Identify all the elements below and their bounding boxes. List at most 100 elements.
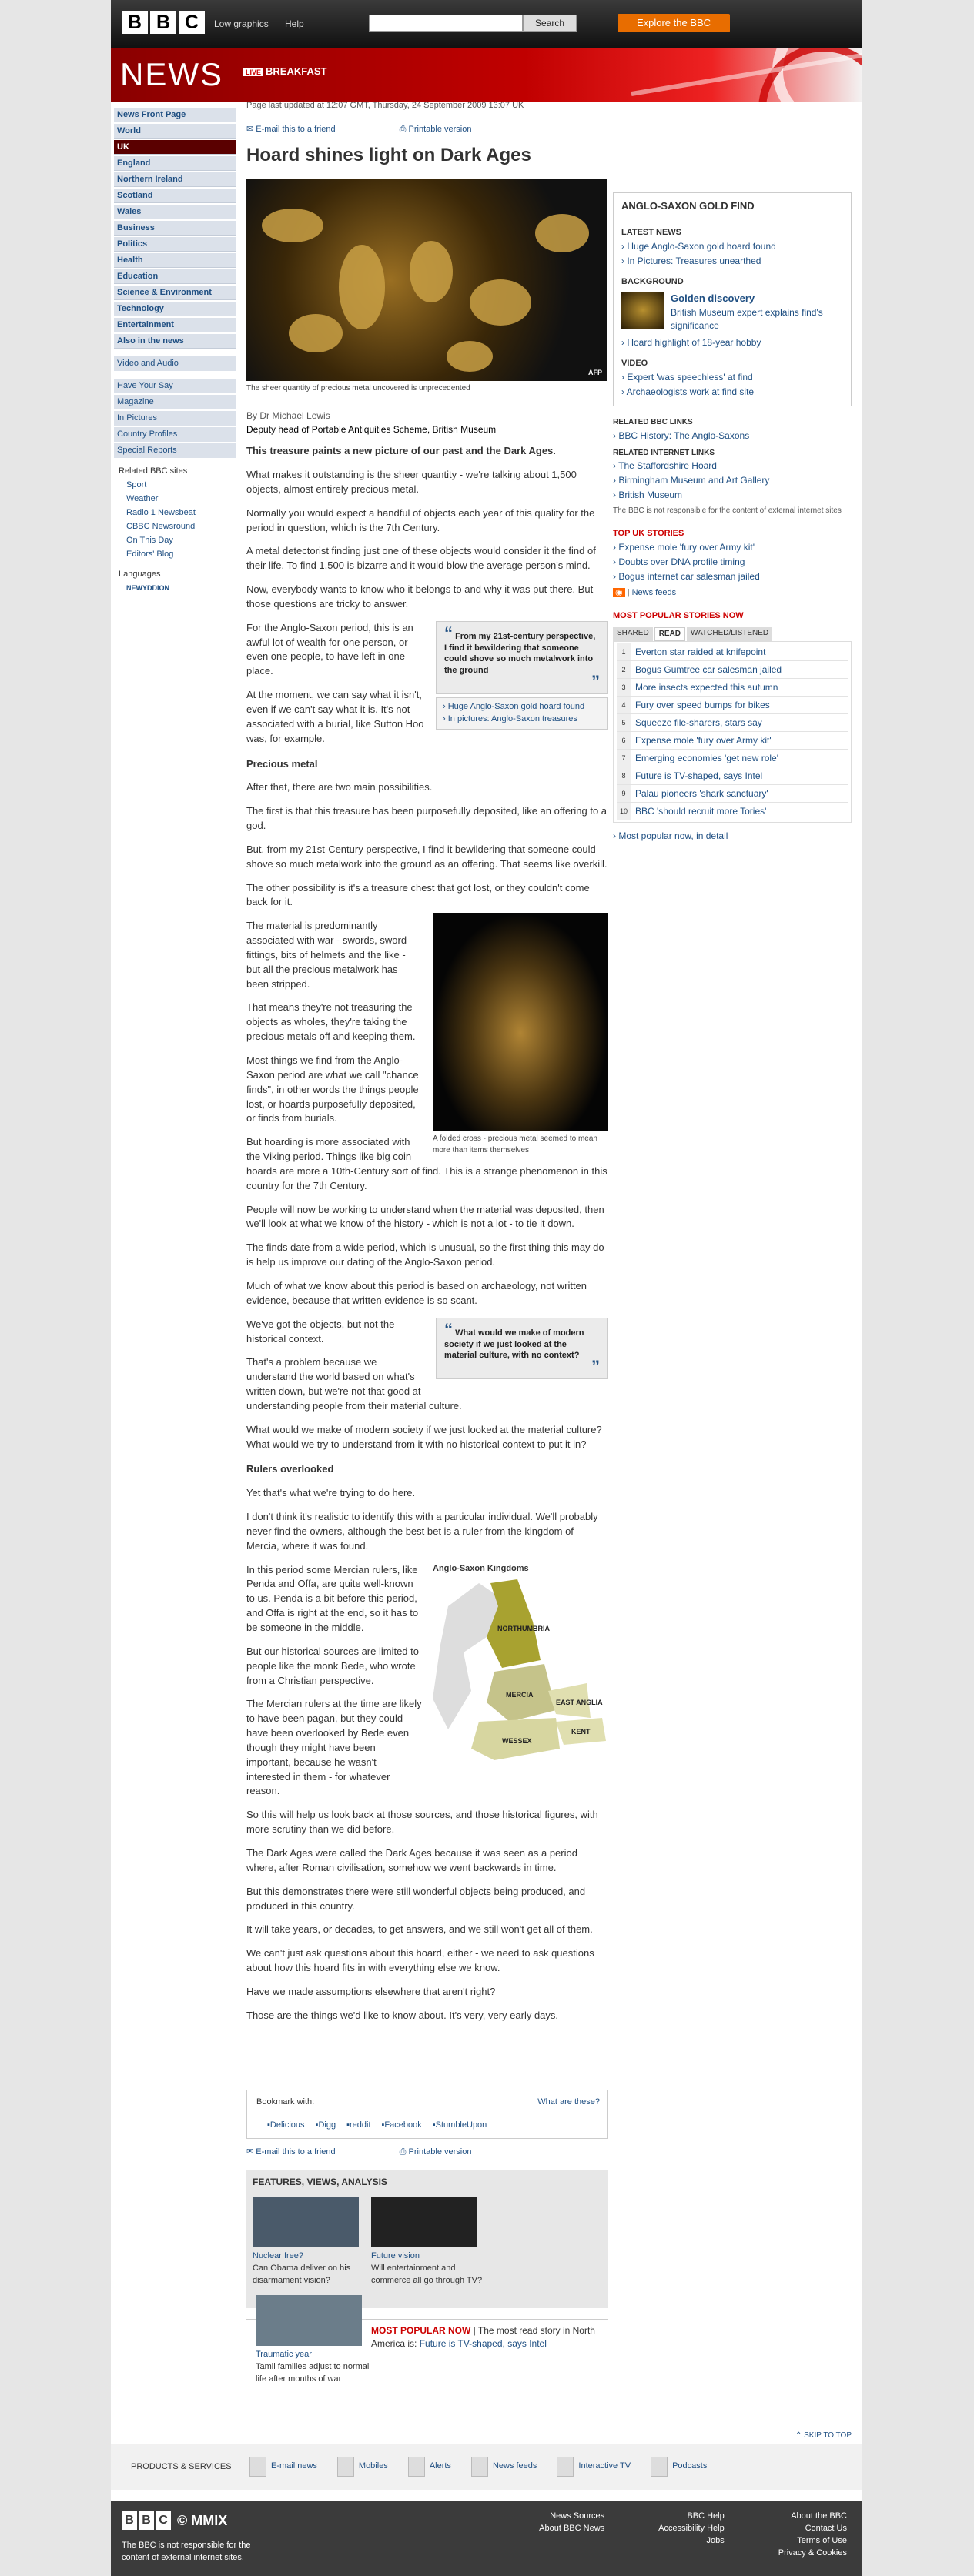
top-uk-link[interactable]: Doubts over DNA profile timing (613, 555, 852, 570)
most-popular-item[interactable]: 3 More insects expected this autumn (617, 679, 848, 697)
feature-item[interactable]: Traumatic year Tamil families adjust to n… (256, 2287, 371, 2386)
what-are-these-link[interactable]: What are these? (537, 2097, 600, 2109)
reddit-link[interactable]: ▪reddit (346, 2120, 370, 2132)
footer-link[interactable]: Privacy & Cookies (778, 2548, 847, 2560)
nav-item[interactable]: Wales (114, 205, 236, 219)
most-popular-item[interactable]: 8 Future is TV-shaped, says Intel (617, 767, 848, 786)
print-link[interactable]: ⎙ Printable version (400, 2147, 472, 2157)
delicious-link[interactable]: ▪Delicious (267, 2120, 305, 2132)
product-link[interactable]: News feeds (470, 2457, 537, 2477)
digg-link[interactable]: ▪Digg (316, 2120, 336, 2132)
nav-item[interactable]: Entertainment (114, 318, 236, 332)
skip-to-top-link[interactable]: ⌃ SKIP TO TOP (795, 2431, 852, 2442)
video-link[interactable]: Expert 'was speechless' at find (621, 370, 843, 385)
nav-item[interactable]: In Pictures (114, 411, 236, 426)
footer-link[interactable]: Jobs (658, 2535, 724, 2548)
footer-disclaimer: The BBC is not responsible for the conte… (122, 2541, 251, 2562)
related-site-link[interactable]: On This Day (114, 533, 236, 547)
facebook-link[interactable]: ▪Facebook (382, 2120, 422, 2132)
nav-item[interactable]: Special Reports (114, 443, 236, 458)
nav-item[interactable]: Also in the news (114, 334, 236, 349)
nav-item[interactable]: World (114, 124, 236, 139)
rel-int-link[interactable]: The Staffordshire Hoard (613, 459, 852, 473)
low-graphics-link[interactable]: Low graphics (214, 18, 269, 31)
related-site-link[interactable]: Sport (114, 478, 236, 492)
anglo-saxon-box: ANGLO-SAXON GOLD FIND LATEST NEWS Huge A… (613, 192, 852, 407)
footer-link[interactable]: About the BBC (778, 2511, 847, 2523)
latest-link[interactable]: Huge Anglo-Saxon gold hoard found (621, 239, 843, 254)
bg-item[interactable]: Hoard highlight of 18-year hobby (621, 336, 843, 350)
related-site-link[interactable]: Weather (114, 492, 236, 506)
stumbleupon-link[interactable]: ▪StumbleUpon (433, 2120, 487, 2132)
top-uk-link[interactable]: Expense mole 'fury over Army kit' (613, 540, 852, 555)
most-popular-item[interactable]: 1 Everton star raided at knifepoint (617, 643, 848, 662)
nav-item[interactable]: News Front Page (114, 108, 236, 122)
product-link[interactable]: Alerts (407, 2457, 451, 2477)
feature-item[interactable]: Future vision Will entertainment and comm… (371, 2189, 487, 2287)
mp-more-link[interactable]: Most popular now, in detail (613, 829, 852, 844)
help-link[interactable]: Help (285, 18, 304, 31)
footer-link[interactable]: Contact Us (778, 2523, 847, 2535)
most-popular-item[interactable]: 4 Fury over speed bumps for bikes (617, 697, 848, 715)
feeds-link[interactable]: ◉ | News feeds (613, 587, 852, 600)
rel-int-link[interactable]: British Museum (613, 488, 852, 503)
rel-bbc-link[interactable]: BBC History: The Anglo-Saxons (613, 429, 852, 443)
email-link[interactable]: ✉ E-mail this to a friend (246, 2147, 336, 2157)
nav-item[interactable]: Country Profiles (114, 427, 236, 442)
related-site-link[interactable]: Radio 1 Newsbeat (114, 506, 236, 520)
product-link[interactable]: Podcasts (651, 2457, 707, 2477)
footer-link[interactable]: BBC Help (658, 2511, 724, 2523)
language-link[interactable]: NEWYDDION (114, 581, 236, 595)
feature-item[interactable]: Nuclear free? Can Obama deliver on his di… (253, 2189, 368, 2287)
nav-item[interactable]: Business (114, 221, 236, 236)
video-link[interactable]: Archaeologists work at find site (621, 385, 843, 399)
tab-watched[interactable]: WATCHED/LISTENED (687, 626, 773, 642)
most-popular-link: Everton star raided at knifepoint (635, 647, 766, 658)
footer-link[interactable]: News Sources (539, 2511, 604, 2523)
nav-item[interactable]: Technology (114, 302, 236, 316)
footer-link[interactable]: Terms of Use (778, 2535, 847, 2548)
related-link[interactable]: › In pictures: Anglo-Saxon treasures (443, 713, 601, 726)
related-link[interactable]: › Huge Anglo-Saxon gold hoard found (443, 701, 601, 713)
nav-item[interactable]: Magazine (114, 395, 236, 409)
nav-item[interactable]: UK (114, 140, 236, 155)
footer-link[interactable]: About BBC News (539, 2523, 604, 2535)
nav-item[interactable]: Politics (114, 237, 236, 252)
nav-item[interactable]: Northern Ireland (114, 172, 236, 187)
tab-shared[interactable]: SHARED (613, 626, 653, 642)
most-popular-item[interactable]: 5 Squeeze file-sharers, stars say (617, 714, 848, 733)
live-breakfast-link[interactable]: LIVE BREAKFAST (243, 65, 326, 79)
latest-link[interactable]: In Pictures: Treasures unearthed (621, 254, 843, 269)
product-link[interactable]: Interactive TV (557, 2457, 631, 2477)
search-input[interactable] (369, 15, 523, 32)
nav-item[interactable]: Scotland (114, 189, 236, 203)
explore-bbc-button[interactable]: Explore the BBC (618, 14, 730, 32)
background-feature[interactable]: Golden discovery British Museum expert ex… (621, 291, 843, 333)
search-button[interactable]: Search (523, 15, 577, 32)
print-link[interactable]: ⎙ Printable version (400, 125, 472, 134)
email-link[interactable]: ✉ E-mail this to a friend (246, 125, 336, 134)
most-popular-item[interactable]: 6 Expense mole 'fury over Army kit' (617, 732, 848, 750)
most-popular-item[interactable]: 10 BBC 'should recruit more Tories' (617, 803, 848, 821)
related-site-link[interactable]: Editors' Blog (114, 547, 236, 561)
nav-item[interactable]: Science & Environment (114, 286, 236, 300)
paragraph: Have we made assumptions elsewhere that … (246, 1985, 496, 1997)
product-link[interactable]: Mobiles (336, 2457, 388, 2477)
related-site-link[interactable]: CBBC Newsround (114, 520, 236, 533)
news-title[interactable]: NEWS (120, 57, 223, 92)
tab-read[interactable]: READ (654, 626, 686, 642)
nav-item[interactable]: Have Your Say (114, 379, 236, 393)
product-link[interactable]: E-mail news (249, 2457, 317, 2477)
rel-int-link[interactable]: Birmingham Museum and Art Gallery (613, 473, 852, 488)
mpn-link[interactable]: Future is TV-shaped, says Intel (420, 2338, 547, 2349)
top-uk-link[interactable]: Bogus internet car salesman jailed (613, 570, 852, 584)
most-popular-item[interactable]: 9 Palau pioneers 'shark sanctuary' (617, 785, 848, 804)
bbc-logo[interactable]: B B C (122, 11, 205, 34)
most-popular-item[interactable]: 7 Emerging economies 'get new role' (617, 750, 848, 768)
footer-link[interactable]: Accessibility Help (658, 2523, 725, 2535)
nav-item[interactable]: Education (114, 269, 236, 284)
nav-item[interactable]: Health (114, 253, 236, 268)
nav-item[interactable]: Video and Audio (114, 356, 236, 371)
most-popular-item[interactable]: 2 Bogus Gumtree car salesman jailed (617, 661, 848, 680)
nav-item[interactable]: England (114, 156, 236, 171)
